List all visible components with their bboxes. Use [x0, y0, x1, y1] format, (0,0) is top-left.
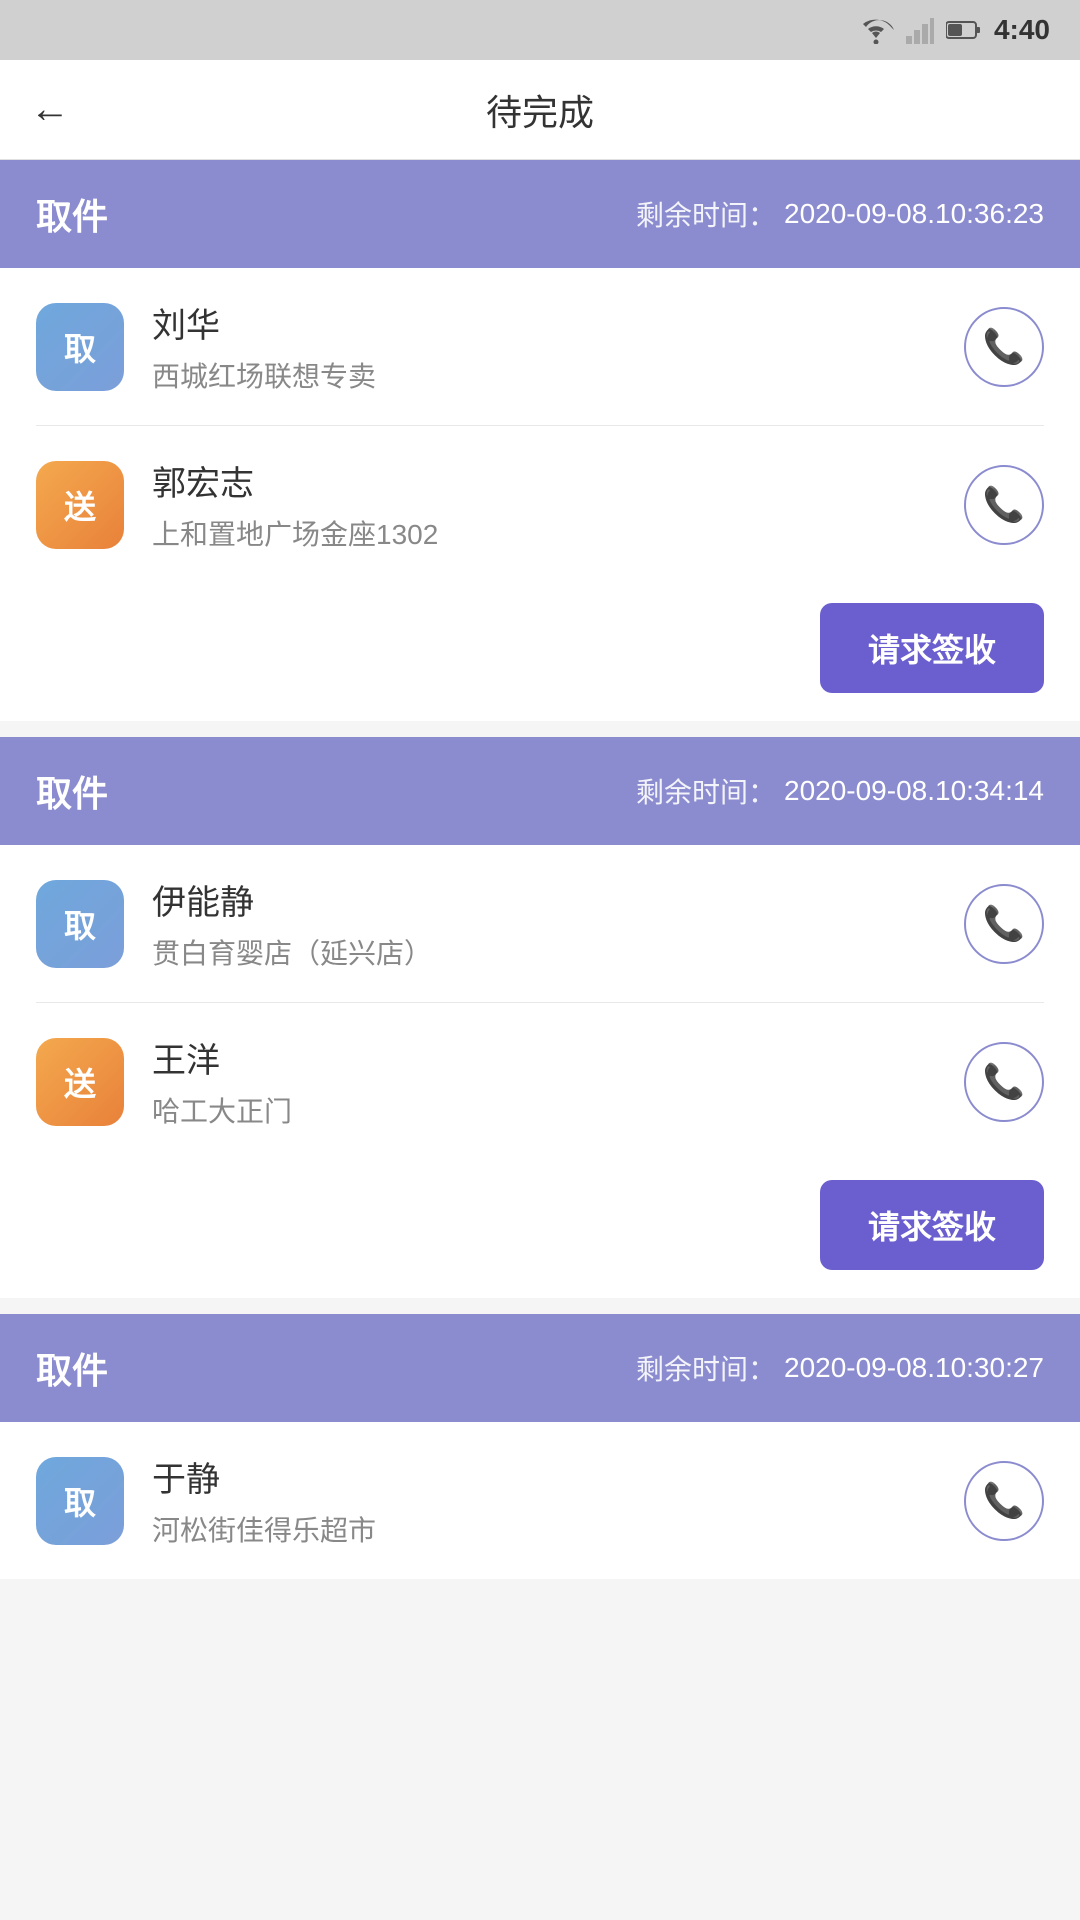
section-header-3: 取件 剩余时间： 2020-09-08.10:30:27 — [0, 1314, 1080, 1422]
task-name-5: 于静 — [152, 1452, 936, 1501]
section-time-3: 剩余时间： 2020-09-08.10:30:27 — [636, 1348, 1044, 1388]
time-value-3: 2020-09-08.10:30:27 — [784, 1352, 1044, 1384]
task-address-2: 上和置地广场金座1302 — [152, 513, 936, 553]
time-label-2: 剩余时间： — [636, 771, 776, 811]
avatar-1: 取 — [36, 303, 124, 391]
time-label-3: 剩余时间： — [636, 1348, 776, 1388]
task-info-2: 郭宏志 上和置地广场金座1302 — [152, 456, 936, 553]
task-row-5: 取 于静 河松街佳得乐超市 📞 — [0, 1422, 1080, 1579]
avatar-2: 送 — [36, 461, 124, 549]
wifi-icon — [858, 16, 894, 44]
task-row-3: 取 伊能静 贯白育婴店（延兴店） 📞 — [0, 845, 1080, 1002]
sign-button-2[interactable]: 请求签收 — [820, 1180, 1044, 1270]
section-label-1: 取件 — [36, 188, 108, 240]
section-header-1: 取件 剩余时间： 2020-09-08.10:36:23 — [0, 160, 1080, 268]
task-address-1: 西城红场联想专卖 — [152, 355, 936, 395]
back-button[interactable]: ← — [30, 87, 70, 132]
task-address-3: 贯白育婴店（延兴店） — [152, 932, 936, 972]
task-row-2: 送 郭宏志 上和置地广场金座1302 📞 — [0, 426, 1080, 583]
phone-button-5[interactable]: 📞 — [964, 1461, 1044, 1541]
status-time: 4:40 — [994, 14, 1050, 46]
section-time-2: 剩余时间： 2020-09-08.10:34:14 — [636, 771, 1044, 811]
battery-icon — [946, 20, 982, 40]
task-info-4: 王洋 哈工大正门 — [152, 1033, 936, 1130]
section-time-1: 剩余时间： 2020-09-08.10:36:23 — [636, 194, 1044, 234]
avatar-3: 取 — [36, 880, 124, 968]
task-name-2: 郭宏志 — [152, 456, 936, 505]
avatar-4: 送 — [36, 1038, 124, 1126]
phone-button-3[interactable]: 📞 — [964, 884, 1044, 964]
task-name-1: 刘华 — [152, 298, 936, 347]
page-title: 待完成 — [486, 84, 594, 136]
task-address-4: 哈工大正门 — [152, 1090, 936, 1130]
phone-button-1[interactable]: 📞 — [964, 307, 1044, 387]
status-bar: 4:40 — [0, 0, 1080, 60]
section-label-3: 取件 — [36, 1342, 108, 1394]
time-value-1: 2020-09-08.10:36:23 — [784, 198, 1044, 230]
phone-icon-1: 📞 — [983, 327, 1025, 367]
task-info-1: 刘华 西城红场联想专卖 — [152, 298, 936, 395]
sign-button-1[interactable]: 请求签收 — [820, 603, 1044, 693]
time-label-1: 剩余时间： — [636, 194, 776, 234]
action-bar-1: 请求签收 — [0, 583, 1080, 721]
action-bar-2: 请求签收 — [0, 1160, 1080, 1298]
phone-icon-2: 📞 — [983, 485, 1025, 525]
section-header-2: 取件 剩余时间： 2020-09-08.10:34:14 — [0, 737, 1080, 845]
task-address-5: 河松街佳得乐超市 — [152, 1509, 936, 1549]
task-card-1: 取件 剩余时间： 2020-09-08.10:36:23 取 刘华 西城红场联想… — [0, 160, 1080, 721]
avatar-5: 取 — [36, 1457, 124, 1545]
task-card-3: 取件 剩余时间： 2020-09-08.10:30:27 取 于静 河松街佳得乐… — [0, 1314, 1080, 1579]
phone-icon-3: 📞 — [983, 904, 1025, 944]
signal-icon — [906, 16, 934, 44]
header: ← 待完成 — [0, 60, 1080, 160]
task-row-1: 取 刘华 西城红场联想专卖 📞 — [0, 268, 1080, 425]
task-name-3: 伊能静 — [152, 875, 936, 924]
phone-button-2[interactable]: 📞 — [964, 465, 1044, 545]
section-label-2: 取件 — [36, 765, 108, 817]
phone-button-4[interactable]: 📞 — [964, 1042, 1044, 1122]
time-value-2: 2020-09-08.10:34:14 — [784, 775, 1044, 807]
task-row-4: 送 王洋 哈工大正门 📞 — [0, 1003, 1080, 1160]
task-info-3: 伊能静 贯白育婴店（延兴店） — [152, 875, 936, 972]
task-info-5: 于静 河松街佳得乐超市 — [152, 1452, 936, 1549]
status-icons: 4:40 — [858, 14, 1050, 46]
task-card-2: 取件 剩余时间： 2020-09-08.10:34:14 取 伊能静 贯白育婴店… — [0, 737, 1080, 1298]
task-name-4: 王洋 — [152, 1033, 936, 1082]
phone-icon-5: 📞 — [983, 1481, 1025, 1521]
phone-icon-4: 📞 — [983, 1062, 1025, 1102]
